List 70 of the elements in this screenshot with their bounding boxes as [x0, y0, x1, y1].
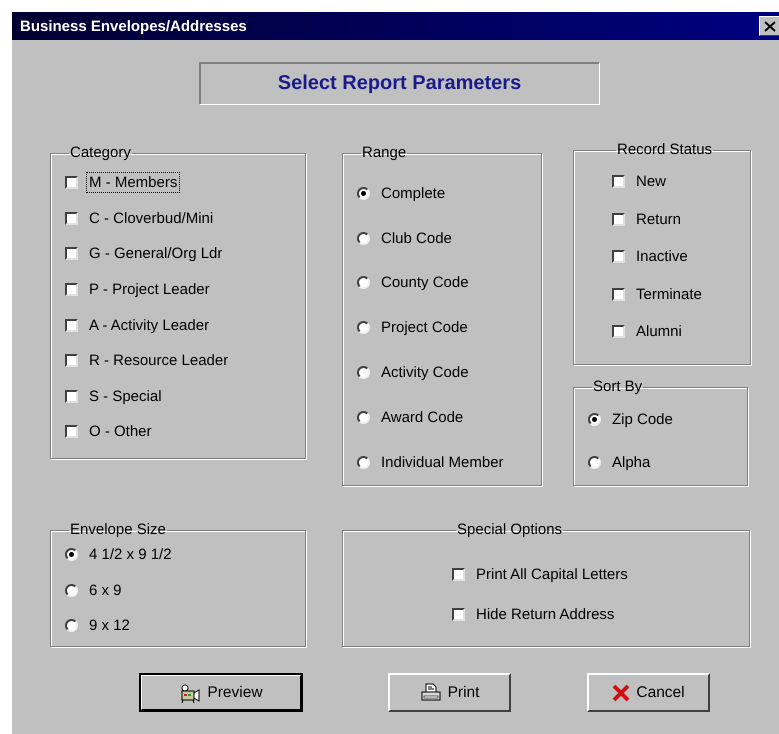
radio-button[interactable]	[357, 276, 370, 290]
checkbox-label: R - Resource Leader	[88, 351, 230, 372]
checkbox[interactable]	[65, 247, 78, 260]
radio-button[interactable]	[65, 548, 78, 562]
checkbox[interactable]	[65, 425, 78, 438]
report-title: Select Report Parameters	[199, 62, 600, 105]
close-button[interactable]	[759, 16, 779, 36]
checkbox[interactable]	[65, 354, 78, 368]
checkbox[interactable]	[65, 318, 78, 332]
checkbox[interactable]	[612, 250, 625, 264]
checkbox-label: Print All Capital Letters	[475, 564, 629, 584]
cancel-icon	[612, 684, 630, 702]
radio-button[interactable]	[357, 456, 370, 469]
checkbox-label: O - Other	[88, 422, 153, 442]
checkbox-label: P - Project Leader	[88, 280, 211, 300]
radio-label: County Code	[380, 273, 470, 294]
radio-button[interactable]	[588, 456, 601, 469]
checkbox[interactable]	[65, 176, 78, 190]
checkbox[interactable]	[452, 608, 465, 620]
projector-icon	[179, 682, 202, 704]
radio-label: Complete	[380, 184, 446, 204]
radio-button[interactable]	[357, 366, 370, 380]
print-button[interactable]: Print	[388, 673, 511, 712]
radio-label: Award Code	[380, 408, 464, 428]
radio-label: Individual Member	[380, 452, 505, 473]
radio-label: Project Code	[380, 318, 469, 338]
close-icon	[764, 20, 776, 32]
group-title: Sort By	[592, 379, 644, 395]
checkbox[interactable]	[65, 212, 78, 225]
radio-button[interactable]	[357, 321, 370, 334]
radio-label: Club Code	[380, 228, 453, 249]
checkbox-label: A - Activity Leader	[88, 316, 210, 336]
checkbox-label: Terminate	[635, 284, 703, 305]
checkbox-label: Return	[635, 210, 682, 230]
window-title: Business Envelopes/Addresses	[20, 18, 247, 34]
checkbox[interactable]	[612, 288, 625, 301]
group-title: Envelope Size	[69, 522, 167, 538]
printer-icon	[420, 682, 442, 702]
checkbox[interactable]	[612, 212, 625, 226]
radio-label: 6 x 9	[88, 580, 123, 601]
group-title: Range	[361, 145, 408, 161]
radio-button[interactable]	[357, 410, 370, 424]
checkbox[interactable]	[612, 325, 625, 338]
checkbox[interactable]	[65, 283, 78, 296]
radio-button[interactable]	[357, 232, 370, 245]
group-title: Record Status	[616, 142, 714, 158]
preview-button[interactable]: Preview	[139, 673, 303, 712]
radio-button[interactable]	[357, 186, 370, 200]
checkbox-label: Alumni	[635, 322, 683, 342]
radio-label: Alpha	[611, 453, 652, 473]
radio-button[interactable]	[588, 413, 601, 426]
radio-label: 4 1/2 x 9 1/2	[88, 545, 173, 566]
radio-label: Zip Code	[611, 410, 674, 430]
group-title: Category	[69, 145, 132, 161]
checkbox-label: S - Special	[88, 386, 163, 407]
radio-label: Activity Code	[380, 363, 470, 384]
checkbox-label: New	[635, 172, 668, 192]
checkbox-label: Inactive	[635, 247, 689, 268]
cancel-button[interactable]: Cancel	[587, 673, 710, 712]
checkbox-label: G - General/Org Ldr	[88, 244, 224, 264]
radio-label: 9 x 12	[88, 616, 131, 636]
radio-button[interactable]	[65, 584, 78, 597]
checkbox-label: C - Cloverbud/Mini	[88, 208, 214, 229]
checkbox-label: M - Members	[86, 172, 180, 194]
checkbox[interactable]	[612, 175, 625, 188]
checkbox-label: Hide Return Address	[475, 604, 616, 624]
group-title: Special Options	[456, 522, 564, 538]
checkbox[interactable]	[452, 568, 465, 580]
checkbox[interactable]	[65, 390, 78, 403]
radio-button[interactable]	[65, 619, 78, 632]
